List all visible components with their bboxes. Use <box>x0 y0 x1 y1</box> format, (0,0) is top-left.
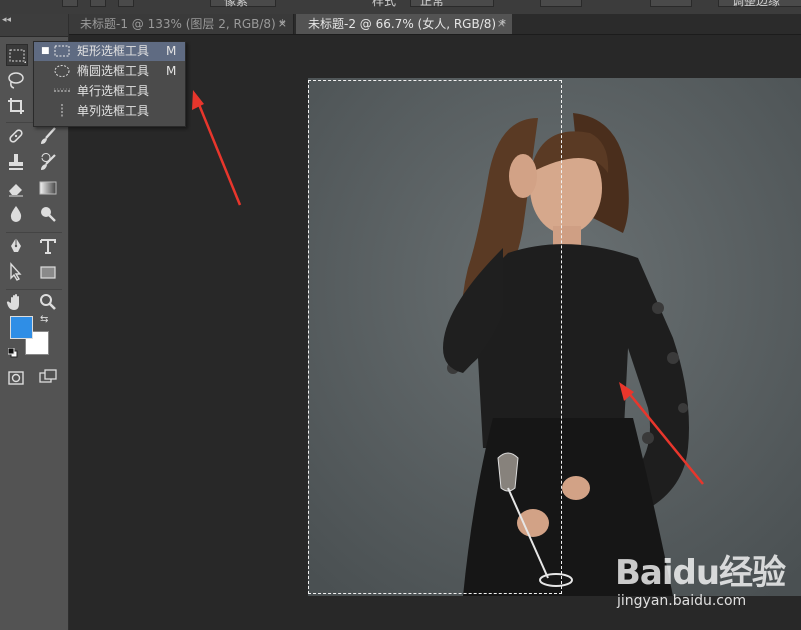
menu-item-ellipse-marquee[interactable]: 椭圆选框工具 M <box>34 62 185 81</box>
active-bullet-icon: ■ <box>41 46 50 56</box>
pen-tool-icon[interactable] <box>6 236 26 256</box>
foreground-color-swatch[interactable] <box>10 316 33 339</box>
rectangle-shape-tool-icon[interactable] <box>38 262 58 282</box>
menu-item-shortcut: M <box>166 44 177 58</box>
style-label: 样式 <box>372 0 397 8</box>
menu-item-single-row-marquee[interactable]: 单行选框工具 <box>34 82 185 101</box>
menu-item-rect-marquee[interactable]: ■ 矩形选框工具 M <box>34 42 185 61</box>
baidu-jingyan-watermark: Baidu经验 jingyan.baidu.com <box>615 545 801 615</box>
crop-tool-icon[interactable] <box>6 96 26 116</box>
close-icon[interactable]: × <box>497 14 506 34</box>
screen-mode-icon[interactable] <box>38 368 58 388</box>
rect-marquee-tool-icon[interactable] <box>6 44 28 66</box>
options-bar: 像素 样式 正常 调整边缘 <box>0 0 801 15</box>
width-field[interactable] <box>540 0 582 7</box>
dodge-tool-icon[interactable] <box>38 204 58 224</box>
tab-label: 未标题-1 @ 133% (图层 2, RGB/8) * <box>80 17 286 31</box>
single-column-marquee-icon <box>54 104 70 124</box>
menu-item-label: 单行选框工具 <box>77 84 150 98</box>
woman-photo <box>308 78 801 596</box>
close-icon[interactable]: × <box>278 14 287 34</box>
rect-marquee-icon <box>54 44 70 64</box>
arrow-to-flyout <box>192 90 242 206</box>
quick-mask-icon[interactable] <box>6 368 26 388</box>
document-canvas[interactable] <box>308 78 801 596</box>
gradient-tool-icon[interactable] <box>38 178 58 198</box>
single-row-marquee-icon <box>54 84 70 104</box>
default-colors-icon[interactable] <box>7 347 18 358</box>
brush-tool-icon[interactable] <box>38 126 58 146</box>
height-field[interactable] <box>650 0 692 7</box>
history-brush-tool-icon[interactable] <box>38 152 58 172</box>
option-swatch[interactable] <box>90 0 106 7</box>
hand-tool-icon[interactable] <box>6 292 26 312</box>
menu-item-single-column-marquee[interactable]: 单列选框工具 <box>34 102 185 121</box>
swap-colors-icon[interactable]: ⇆ <box>40 314 48 325</box>
refine-edge-label: 调整边缘 <box>732 0 781 8</box>
path-selection-tool-icon[interactable] <box>6 262 26 282</box>
toolbar-divider <box>6 289 62 290</box>
option-swatch[interactable] <box>62 0 78 7</box>
eraser-tool-icon[interactable] <box>6 178 26 198</box>
menu-item-shortcut: M <box>166 64 177 78</box>
toolbar-divider <box>6 232 62 233</box>
tab-label: 未标题-2 @ 66.7% (女人, RGB/8) * <box>308 17 506 31</box>
healing-brush-tool-icon[interactable] <box>6 126 26 146</box>
document-tab-bar: 未标题-1 @ 133% (图层 2, RGB/8) * × 未标题-2 @ 6… <box>68 14 801 35</box>
ellipse-marquee-icon <box>54 64 70 84</box>
marquee-tools-flyout: ■ 矩形选框工具 M 椭圆选框工具 M 单行选框工具 单列选框工具 <box>33 41 186 127</box>
menu-item-label: 矩形选框工具 <box>77 44 150 58</box>
clone-stamp-tool-icon[interactable] <box>6 152 26 172</box>
tab-untitled-1[interactable]: 未标题-1 @ 133% (图层 2, RGB/8) * × <box>68 14 294 34</box>
watermark-url: jingyan.baidu.com <box>617 593 747 609</box>
blur-tool-icon[interactable] <box>6 204 26 224</box>
tools-panel-header: ◂◂ <box>0 14 68 37</box>
menu-item-label: 单列选框工具 <box>77 104 150 118</box>
lasso-tool-icon[interactable] <box>6 70 26 90</box>
type-tool-icon[interactable] <box>38 236 58 256</box>
feather-unit-text: 像素 <box>224 0 249 8</box>
menu-item-label: 椭圆选框工具 <box>77 64 150 78</box>
tab-untitled-2[interactable]: 未标题-2 @ 66.7% (女人, RGB/8) * × <box>296 14 512 34</box>
collapse-icon[interactable]: ◂◂ <box>2 16 11 25</box>
watermark-logo: Baidu经验 <box>615 553 786 593</box>
option-swatch[interactable] <box>118 0 134 7</box>
zoom-tool-icon[interactable] <box>38 292 58 312</box>
style-select-value: 正常 <box>420 0 445 8</box>
